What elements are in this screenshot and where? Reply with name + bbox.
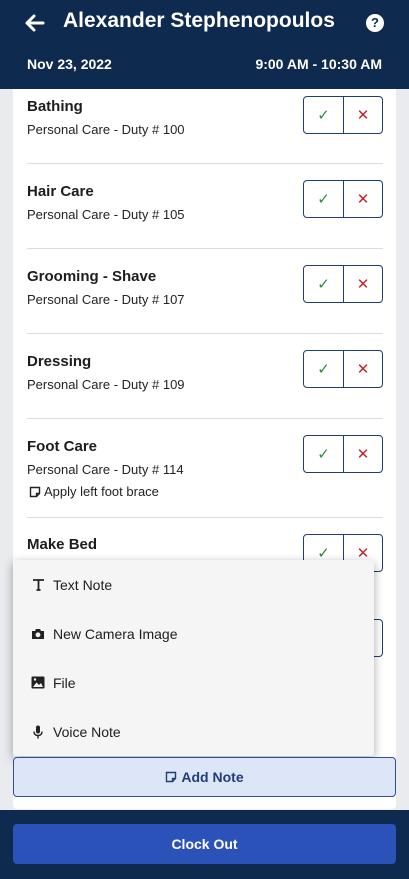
add-note-button[interactable]: Add Note [13,757,396,797]
refuse-button[interactable]: ✕ [344,266,382,302]
app-header: Alexander Stephenopoulos ? Nov 23, 2022 … [0,0,409,89]
menu-item-label: New Camera Image [53,625,178,642]
menu-item-label: File [53,674,76,691]
duty-name: Bathing [27,98,83,115]
footer-bar: Clock Out [0,810,409,879]
duty-actions: ✓ ✕ [303,435,383,473]
duty-row: Foot Care Personal Care - Duty # 114 App… [27,419,383,518]
clock-out-button[interactable]: Clock Out [13,824,396,864]
duty-subtitle: Personal Care - Duty # 109 [27,377,185,392]
refuse-button[interactable]: ✕ [344,181,382,217]
duty-actions: ✓ ✕ [303,96,383,134]
duty-actions: ✓ ✕ [303,350,383,388]
duty-note-text: Apply left foot brace [44,484,159,499]
image-file-icon [31,676,45,690]
complete-button[interactable]: ✓ [304,266,344,302]
refuse-button[interactable]: ✕ [344,97,382,133]
menu-item-text-note[interactable]: Text Note [13,560,374,609]
complete-button[interactable]: ✓ [304,181,344,217]
duty-name: Grooming - Shave [27,268,157,285]
duty-actions: ✓ ✕ [303,180,383,218]
add-note-label: Add Note [181,769,244,785]
duty-row: Bathing Personal Care - Duty # 100 ✓ ✕ [27,89,383,164]
note-icon [29,486,41,497]
duty-name: Dressing [27,353,92,370]
duty-subtitle: Personal Care - Duty # 105 [27,207,185,222]
duty-row: Dressing Personal Care - Duty # 109 ✓ ✕ [27,334,383,419]
back-button[interactable] [22,10,48,36]
text-icon [31,578,45,592]
help-button[interactable]: ? [366,14,384,32]
menu-item-label: Text Note [53,576,113,593]
microphone-icon [31,725,45,739]
duty-name: Make Bed [27,536,98,553]
duty-subtitle: Personal Care - Duty # 107 [27,292,185,307]
arrow-left-icon [25,14,45,32]
visit-date: Nov 23, 2022 [27,56,112,72]
page-title: Alexander Stephenopoulos [63,9,335,32]
camera-icon [31,627,45,641]
note-icon [166,771,177,783]
duty-note: Apply left foot brace [29,484,159,499]
menu-item-label: Voice Note [53,723,121,740]
duty-row: Hair Care Personal Care - Duty # 105 ✓ ✕ [27,164,383,249]
menu-item-new-camera-image[interactable]: New Camera Image [13,609,374,658]
duty-actions: ✓ ✕ [303,265,383,303]
menu-item-voice-note[interactable]: Voice Note [13,707,374,756]
duty-row: Grooming - Shave Personal Care - Duty # … [27,249,383,334]
duty-subtitle: Personal Care - Duty # 114 [27,462,184,477]
add-note-menu: Text Note New Camera Image File Voice No… [13,560,374,756]
duty-subtitle: Personal Care - Duty # 100 [27,122,185,137]
complete-button[interactable]: ✓ [304,351,344,387]
complete-button[interactable]: ✓ [304,97,344,133]
visit-time-range: 9:00 AM - 10:30 AM [255,56,382,72]
complete-button[interactable]: ✓ [304,436,344,472]
duty-name: Hair Care [27,183,94,200]
menu-item-file[interactable]: File [13,658,374,707]
refuse-button[interactable]: ✕ [344,351,382,387]
refuse-button[interactable]: ✕ [344,436,382,472]
duty-name: Foot Care [27,438,98,455]
